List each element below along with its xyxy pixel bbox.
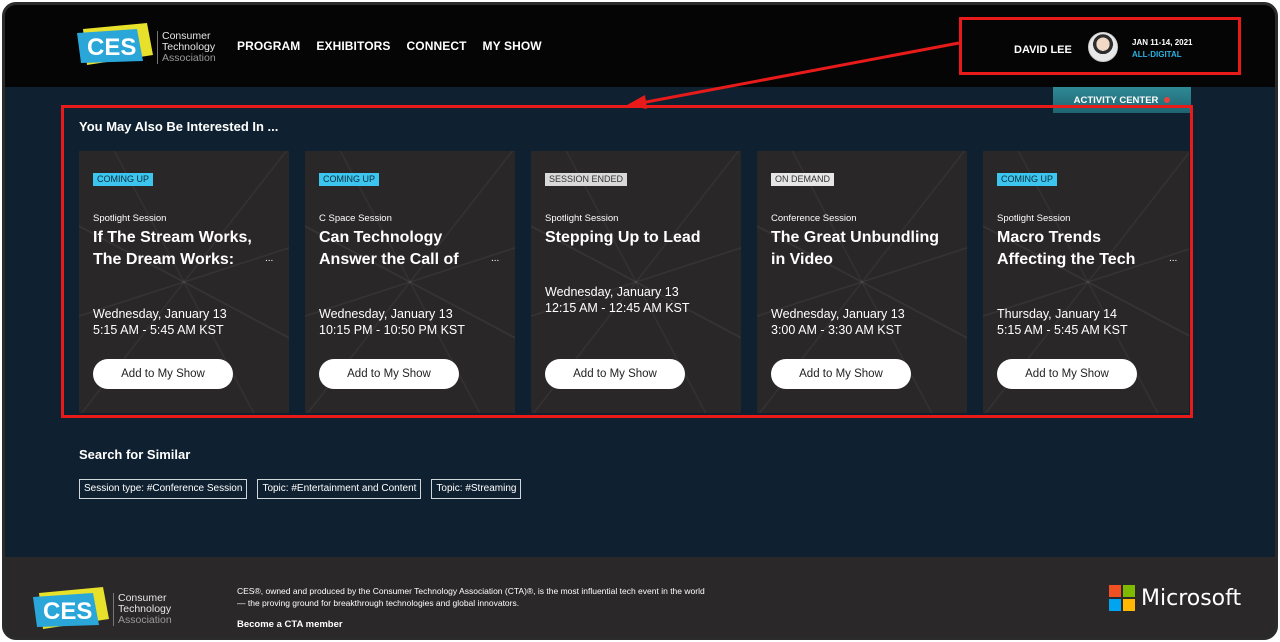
session-type: Spotlight Session (93, 213, 167, 224)
session-date: Wednesday, January 13 (93, 307, 227, 321)
microsoft-logo-icon (1109, 585, 1135, 611)
footer: CES Consumer Technology Association CES®… (5, 557, 1275, 637)
status-badge: COMING UP (997, 173, 1058, 186)
session-title[interactable]: Macro Trends Affecting the Tech (997, 227, 1169, 271)
tag-topic-streaming[interactable]: Topic: #Streaming (431, 479, 522, 499)
session-type: Spotlight Session (997, 213, 1071, 224)
session-date: Wednesday, January 13 (771, 307, 905, 321)
session-time: 10:15 PM - 10:50 PM KST (319, 323, 465, 337)
add-to-my-show-button[interactable]: Add to My Show (93, 359, 233, 389)
status-badge: SESSION ENDED (545, 173, 628, 186)
status-badge: ON DEMAND (771, 173, 835, 186)
session-title[interactable]: Can Technology Answer the Call of (319, 227, 491, 271)
add-to-my-show-button[interactable]: Add to My Show (319, 359, 459, 389)
session-date: Thursday, January 14 (997, 307, 1117, 321)
session-type: C Space Session (319, 213, 392, 224)
tag-session-type[interactable]: Session type: #Conference Session (79, 479, 248, 499)
session-title[interactable]: Stepping Up to Lead (545, 227, 717, 271)
app-window: CES Consumer Technology Association PROG… (2, 2, 1278, 640)
similar-tags: Session type: #Conference Session Topic:… (79, 479, 522, 499)
become-cta-member-link[interactable]: Become a CTA member (237, 619, 343, 630)
ces-logo-icon: CES (33, 587, 109, 629)
session-date: Wednesday, January 13 (319, 307, 453, 321)
footer-ces-logo[interactable]: CES Consumer Technology Association (33, 585, 183, 635)
add-to-my-show-button[interactable]: Add to My Show (545, 359, 685, 389)
session-card[interactable]: SESSION ENDED Spotlight Session Stepping… (531, 151, 741, 413)
session-time: 3:00 AM - 3:30 AM KST (771, 323, 902, 337)
session-time: 5:15 AM - 5:45 AM KST (997, 323, 1128, 337)
session-time: 5:15 AM - 5:45 AM KST (93, 323, 224, 337)
session-cards: COMING UP Spotlight Session If The Strea… (79, 151, 1189, 413)
session-card[interactable]: COMING UP Spotlight Session Macro Trends… (983, 151, 1189, 413)
session-card[interactable]: COMING UP C Space Session Can Technology… (305, 151, 515, 413)
section-title: You May Also Be Interested In ... (79, 119, 279, 134)
add-to-my-show-button[interactable]: Add to My Show (997, 359, 1137, 389)
session-title[interactable]: The Great Unbundling in Video (771, 227, 943, 271)
footer-description: CES®, owned and produced by the Consumer… (237, 586, 705, 608)
search-similar-title: Search for Similar (79, 447, 191, 462)
status-badge: COMING UP (93, 173, 154, 186)
tag-topic-entertainment[interactable]: Topic: #Entertainment and Content (257, 479, 422, 499)
sponsor-name: Microsoft (1141, 585, 1242, 611)
session-card[interactable]: COMING UP Spotlight Session If The Strea… (79, 151, 289, 413)
more-ellipsis: ... (491, 253, 500, 264)
status-badge: COMING UP (319, 173, 380, 186)
session-card[interactable]: ON DEMAND Conference Session The Great U… (757, 151, 967, 413)
svg-text:CES: CES (43, 598, 92, 625)
session-type: Spotlight Session (545, 213, 619, 224)
session-date: Wednesday, January 13 (545, 285, 679, 299)
more-ellipsis: ... (265, 253, 274, 264)
add-to-my-show-button[interactable]: Add to My Show (771, 359, 911, 389)
more-ellipsis: ... (1169, 253, 1178, 264)
session-type: Conference Session (771, 213, 857, 224)
microsoft-sponsor-logo[interactable]: Microsoft (1109, 585, 1241, 611)
session-title[interactable]: If The Stream Works, The Dream Works: (93, 227, 265, 271)
session-time: 12:15 AM - 12:45 AM KST (545, 301, 690, 315)
footer-logo-wordmark: Consumer Technology Association (113, 593, 172, 626)
